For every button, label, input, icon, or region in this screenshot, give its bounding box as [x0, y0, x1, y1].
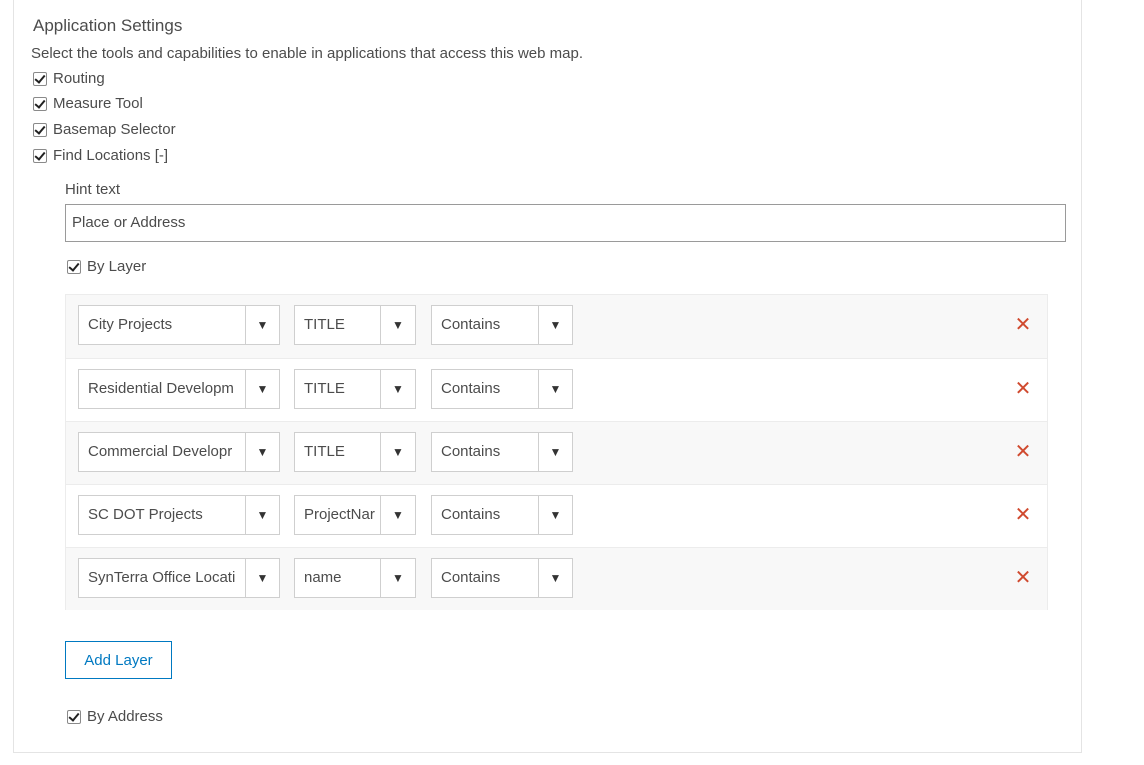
chevron-down-icon: ▼ [380, 306, 415, 344]
chevron-down-icon: ▼ [380, 433, 415, 471]
operator-select[interactable]: Contains ▼ [431, 495, 573, 535]
chevron-down-icon: ▼ [380, 496, 415, 534]
find-locations-checkbox[interactable] [33, 148, 47, 163]
layer-select[interactable]: City Projects ▼ [78, 305, 280, 345]
chevron-down-icon: ▼ [245, 496, 279, 534]
close-icon[interactable]: ✕ [1014, 315, 1032, 335]
by-address-checkbox[interactable] [67, 709, 81, 724]
chevron-down-icon: ▼ [245, 306, 279, 344]
layer-row: City Projects ▼ TITLE ▼ Contains ▼ ✕ [66, 295, 1047, 358]
hint-text-input[interactable]: Place or Address [65, 204, 1066, 242]
field-select[interactable]: TITLE ▼ [294, 432, 416, 472]
layer-row: SC DOT Projects ▼ ProjectNar ▼ Contains … [66, 484, 1047, 547]
field-select[interactable]: TITLE ▼ [294, 369, 416, 409]
chevron-down-icon: ▼ [380, 559, 415, 597]
chevron-down-icon: ▼ [538, 496, 572, 534]
option-label: Find Locations [-] [53, 147, 169, 164]
option-label: Routing [53, 70, 105, 87]
by-address-label: By Address [87, 708, 163, 725]
close-icon[interactable]: ✕ [1014, 568, 1032, 588]
add-layer-button[interactable]: Add Layer [65, 641, 172, 679]
layer-row: Residential Developm ▼ TITLE ▼ Contains … [66, 358, 1047, 421]
chevron-down-icon: ▼ [245, 370, 279, 408]
layer-search-list: City Projects ▼ TITLE ▼ Contains ▼ ✕ Res… [65, 294, 1048, 610]
close-icon[interactable]: ✕ [1014, 505, 1032, 525]
chevron-down-icon: ▼ [538, 370, 572, 408]
close-icon[interactable]: ✕ [1014, 379, 1032, 399]
chevron-down-icon: ▼ [380, 370, 415, 408]
layer-select[interactable]: Commercial Developr ▼ [78, 432, 280, 472]
operator-select[interactable]: Contains ▼ [431, 432, 573, 472]
field-select[interactable]: ProjectNar ▼ [294, 495, 416, 535]
option-routing[interactable]: Routing [33, 70, 105, 87]
layer-select[interactable]: Residential Developm ▼ [78, 369, 280, 409]
layer-select[interactable]: SC DOT Projects ▼ [78, 495, 280, 535]
by-layer-checkbox[interactable] [67, 259, 81, 274]
layer-select[interactable]: SynTerra Office Locati ▼ [78, 558, 280, 598]
field-select[interactable]: name ▼ [294, 558, 416, 598]
by-address-option[interactable]: By Address [67, 708, 163, 725]
option-basemap-selector[interactable]: Basemap Selector [33, 121, 176, 138]
operator-select[interactable]: Contains ▼ [431, 369, 573, 409]
by-layer-option[interactable]: By Layer [67, 258, 146, 275]
chevron-down-icon: ▼ [245, 559, 279, 597]
option-measure-tool[interactable]: Measure Tool [33, 95, 143, 112]
chevron-down-icon: ▼ [538, 433, 572, 471]
chevron-down-icon: ▼ [245, 433, 279, 471]
operator-select[interactable]: Contains ▼ [431, 305, 573, 345]
routing-checkbox[interactable] [33, 71, 47, 86]
close-icon[interactable]: ✕ [1014, 442, 1032, 462]
field-select[interactable]: TITLE ▼ [294, 305, 416, 345]
by-layer-label: By Layer [87, 258, 147, 275]
chevron-down-icon: ▼ [538, 559, 572, 597]
layer-row: SynTerra Office Locati ▼ name ▼ Contains… [66, 547, 1047, 610]
measure-tool-checkbox[interactable] [33, 96, 47, 111]
basemap-selector-checkbox[interactable] [33, 122, 47, 137]
operator-select[interactable]: Contains ▼ [431, 558, 573, 598]
option-label: Measure Tool [53, 95, 143, 112]
option-find-locations[interactable]: Find Locations [-] [33, 147, 168, 164]
layer-row: Commercial Developr ▼ TITLE ▼ Contains ▼… [66, 421, 1047, 484]
section-title: Application Settings [33, 16, 183, 35]
chevron-down-icon: ▼ [538, 306, 572, 344]
hint-text-label: Hint text [65, 181, 121, 198]
section-description: Select the tools and capabilities to ena… [31, 45, 583, 62]
option-label: Basemap Selector [53, 121, 176, 138]
